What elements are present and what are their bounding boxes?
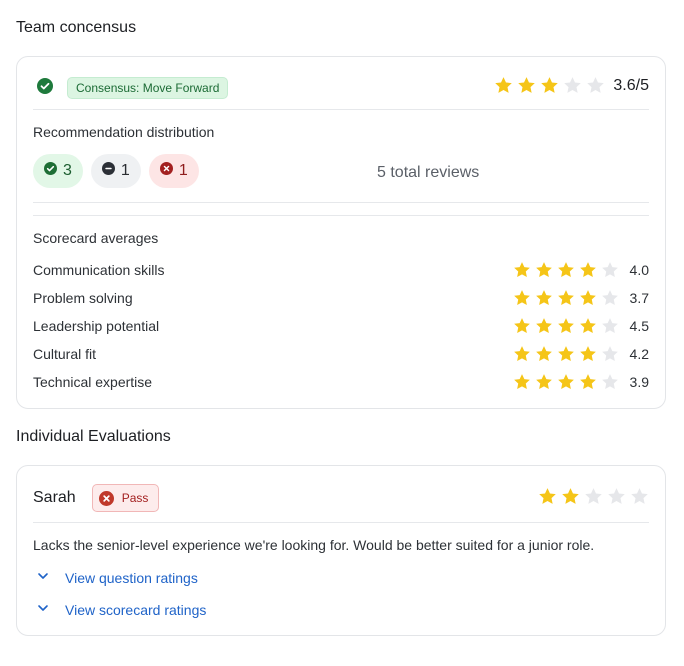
view-question-ratings-label: View question ratings: [65, 570, 198, 586]
scorecard-value: 3.7: [629, 290, 649, 306]
star-filled-icon: [541, 77, 559, 93]
star-empty-icon: [602, 290, 618, 306]
scorecard-label: Cultural fit: [33, 346, 97, 362]
scorecard-stars: [513, 345, 619, 363]
scorecard-row: Problem solving 3.7: [33, 288, 649, 308]
star-filled-icon: [562, 488, 579, 504]
scorecard-stars: [513, 289, 619, 307]
scorecard-value: 4.2: [629, 346, 649, 362]
star-filled-icon: [518, 77, 536, 93]
scorecard-label: Technical expertise: [33, 374, 153, 390]
positive-count: 3: [63, 162, 72, 179]
star-empty-icon: [602, 318, 618, 334]
star-filled-icon: [514, 262, 530, 278]
view-scorecard-ratings-label: View scorecard ratings: [65, 602, 207, 618]
consensus-badge: Consensus: Move Forward: [67, 77, 229, 99]
scorecard-label: Communication skills: [33, 262, 165, 278]
star-empty-icon: [631, 488, 648, 504]
star-empty-icon: [608, 488, 625, 504]
star-empty-icon: [602, 346, 618, 362]
divider: [33, 215, 649, 216]
evaluator-name: Sarah: [33, 489, 76, 506]
consensus-section-title: Team concensus: [16, 19, 137, 36]
scorecard-value: 4.0: [629, 262, 649, 278]
evaluations-section-title: Individual Evaluations: [16, 428, 171, 445]
divider: [33, 109, 649, 110]
scorecard-row: Communication skills 4.0: [33, 260, 649, 280]
star-filled-icon: [580, 346, 596, 362]
negative-count-pill: 1: [148, 154, 199, 188]
scorecard-rating: 3.9: [513, 373, 649, 391]
scorecard-title: Scorecard averages: [33, 230, 159, 246]
scorecard-rating: 3.7: [513, 289, 649, 307]
scorecard-label: Problem solving: [33, 290, 133, 306]
star-filled-icon: [558, 290, 574, 306]
consensus-card: Consensus: Move Forward 3.6/5 Recommenda…: [16, 56, 666, 409]
star-filled-icon: [495, 77, 513, 93]
star-filled-icon: [536, 262, 552, 278]
star-empty-icon: [587, 77, 605, 93]
star-empty-icon: [602, 374, 618, 390]
chevron-down-icon: [37, 601, 49, 619]
decision-label: Pass: [121, 491, 149, 505]
evaluation-comment: Lacks the senior-level experience we're …: [33, 537, 595, 553]
scorecard-stars: [513, 317, 619, 335]
minus-circle-icon: [101, 162, 115, 180]
star-empty-icon: [602, 262, 618, 278]
divider: [33, 522, 649, 523]
star-filled-icon: [536, 290, 552, 306]
consensus-rating-text: 3.6/5: [613, 76, 649, 94]
distribution-pills: 3 1 1: [33, 154, 199, 188]
star-filled-icon: [539, 488, 556, 504]
check-circle-icon: [44, 162, 57, 180]
chevron-down-icon: [37, 569, 49, 587]
star-filled-icon: [536, 374, 552, 390]
neutral-count: 1: [120, 162, 130, 179]
star-filled-icon: [514, 346, 530, 362]
check-circle-icon: [37, 77, 53, 99]
scorecard-rating: 4.2: [513, 345, 649, 363]
negative-count: 1: [178, 162, 188, 179]
evaluation-card: Sarah Pass Lacks the senior-level experi…: [16, 465, 666, 636]
star-filled-icon: [536, 318, 552, 334]
scorecard-value: 3.9: [629, 374, 649, 390]
consensus-rating-stars: [494, 76, 605, 95]
scorecard-stars: [513, 373, 619, 391]
star-empty-icon: [564, 77, 582, 93]
star-filled-icon: [536, 346, 552, 362]
scorecard-row: Leadership potential 4.5: [33, 316, 649, 336]
star-empty-icon: [585, 488, 602, 504]
star-filled-icon: [514, 318, 530, 334]
scorecard-rating: 4.5: [513, 317, 649, 335]
scorecard-stars: [513, 261, 619, 279]
scorecard-row: Cultural fit 4.2: [33, 344, 649, 364]
star-filled-icon: [558, 374, 574, 390]
star-filled-icon: [580, 374, 596, 390]
star-filled-icon: [514, 374, 530, 390]
divider: [33, 202, 649, 203]
star-filled-icon: [558, 262, 574, 278]
neutral-count-pill: 1: [90, 154, 141, 188]
star-filled-icon: [558, 318, 574, 334]
view-question-ratings-link[interactable]: View question ratings: [37, 569, 198, 587]
scorecard-row: Technical expertise 3.9: [33, 372, 649, 392]
scorecard-value: 4.5: [629, 318, 649, 334]
star-filled-icon: [580, 318, 596, 334]
decision-badge: Pass: [91, 484, 160, 512]
positive-count-pill: 3: [33, 154, 83, 188]
evaluation-rating-stars: [538, 487, 649, 506]
total-reviews: 5 total reviews: [377, 164, 480, 181]
scorecard-label: Leadership potential: [33, 318, 160, 334]
view-scorecard-ratings-link[interactable]: View scorecard ratings: [37, 601, 206, 619]
star-filled-icon: [514, 290, 530, 306]
star-filled-icon: [580, 290, 596, 306]
x-circle-icon: [159, 162, 173, 180]
distribution-title: Recommendation distribution: [33, 124, 215, 140]
scorecard-rating: 4.0: [513, 261, 649, 279]
star-filled-icon: [558, 346, 574, 362]
star-filled-icon: [580, 262, 596, 278]
x-circle-icon: [98, 490, 114, 506]
